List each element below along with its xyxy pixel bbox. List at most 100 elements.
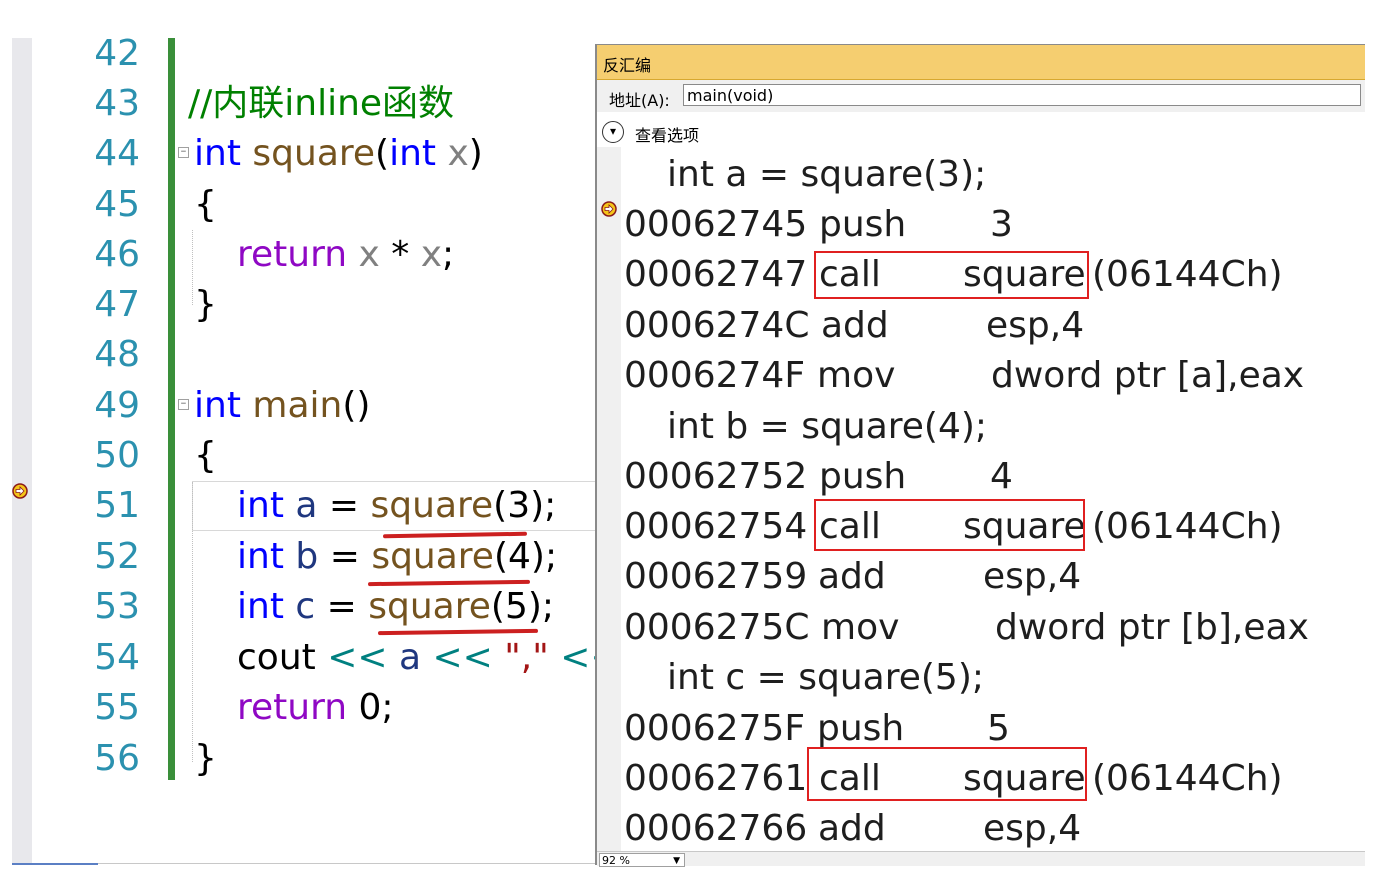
instruction-target: (06144Ch) [1092,254,1283,295]
parameter: x [420,234,443,275]
instruction-mnemonic: push [819,204,907,245]
view-options-row[interactable]: ▾ 查看选项 [597,113,1365,147]
operator: << [315,637,399,678]
zoom-select[interactable]: 92 % ▼ [599,853,685,867]
horizontal-scrollbar[interactable] [12,863,98,865]
instruction-operand: 3 [990,204,1013,245]
instruction-target: (06144Ch) [1092,758,1283,799]
code-line[interactable]: 45 { [0,180,600,230]
variable: b [295,536,319,577]
instruction-address[interactable]: 00062766 [624,804,807,854]
code-text: int c = square(5); [237,582,554,632]
instruction-operand: esp,4 [983,808,1082,849]
instruction-operand: esp,4 [986,305,1085,346]
instruction-mnemonic: add [821,305,889,346]
line-number: 50 [94,435,140,476]
code-line[interactable]: 44 − int square(int x) [0,129,600,179]
instruction-address[interactable]: 0006274C [624,301,809,351]
chevron-down-icon: ▼ [673,856,680,866]
code-line[interactable]: 43 //内联inline函数 [0,79,600,129]
instruction-mnemonic: add [818,808,886,849]
keyword: int [194,133,241,174]
line-number: 52 [94,536,140,577]
instruction-operand: dword ptr [a],eax [991,355,1305,396]
variable: a [295,485,318,526]
argument: (5); [490,586,555,627]
code-text: { [194,435,217,476]
operator: = [315,586,369,627]
code-text: int b = square(4); [237,532,557,582]
code-line[interactable]: 51 int a = square(3); [0,481,600,531]
instruction-mnemonic: add [818,556,886,597]
instruction-address[interactable]: 00062747 [624,250,807,300]
instruction-address[interactable]: 00062745 [624,200,807,250]
source-line[interactable]: int a = square(3); [667,150,986,200]
variable: c [295,586,316,627]
line-number: 44 [94,133,140,174]
code-line[interactable]: 53 int c = square(5); [0,582,600,632]
code-line[interactable]: 42 [0,29,600,79]
instruction-operand: esp,4 [983,556,1082,597]
line-number: 42 [94,33,140,74]
code-line[interactable]: 55 return 0; [0,683,600,733]
keyword: return [237,234,348,275]
instruction-address[interactable]: 0006275C [624,603,809,653]
function-name: square [370,485,494,526]
code-line[interactable]: 47 } [0,280,600,330]
identifier: cout [237,637,316,678]
code-line[interactable]: 52 int b = square(4); [0,532,600,582]
line-number: 43 [94,83,140,124]
address-label: 地址(A): [609,91,670,110]
call-highlight-box [807,747,1087,801]
line-number: 47 [94,284,140,325]
source-line[interactable]: int b = square(4); [667,402,987,452]
punctuation: () [342,385,371,426]
instruction-address[interactable]: 00062759 [624,552,807,602]
chevron-down-icon[interactable]: ▾ [602,121,624,143]
function-name: square [252,133,376,174]
operator: * [379,234,421,275]
fold-toggle[interactable]: − [178,147,189,158]
line-number: 51 [94,485,140,526]
instruction-address[interactable]: 00062761 [624,754,807,804]
instruction-operand: dword ptr [b],eax [995,607,1309,648]
line-number: 46 [94,234,140,275]
code-text: } [194,738,217,779]
code-line[interactable]: 56 } [0,734,600,784]
code-line[interactable]: 46 return x * x; [0,230,600,280]
code-line[interactable]: 48 [0,330,600,380]
instruction-address[interactable]: 00062754 [624,502,807,552]
parameter: x [358,234,380,275]
punctuation: ) [468,133,483,174]
disassembly-gutter[interactable] [597,147,621,851]
fold-toggle[interactable]: − [178,399,189,410]
current-instruction-arrow-icon [601,201,617,217]
address-input[interactable]: main(void) [683,84,1361,106]
instruction-mnemonic: mov [817,355,896,396]
source-line[interactable]: int c = square(5); [667,653,984,703]
code-text: { [194,184,217,225]
punctuation: ( [375,133,390,174]
keyword: int [194,385,241,426]
function-name: square [371,536,494,577]
instruction-address[interactable]: 00062752 [624,452,807,502]
line-number: 55 [94,687,140,728]
disassembly-title-bar[interactable]: 反汇编 [597,45,1365,80]
disassembly-window: 反汇编 地址(A): main(void) ▾ 查看选项 int a = squ… [595,44,1365,867]
operator: = [318,536,372,577]
code-line[interactable]: 54 cout << a << "," << [0,633,620,683]
instruction-address[interactable]: 0006275F [624,704,805,754]
view-options-label[interactable]: 查看选项 [635,122,699,146]
code-line[interactable]: 50 { [0,431,600,481]
code-text: return x * x; [237,230,454,280]
keyword: int [389,133,437,174]
instruction-address[interactable]: 0006274F [624,351,805,401]
instruction-target: (06144Ch) [1092,506,1283,547]
line-number: 56 [94,738,140,779]
argument: (3); [493,485,557,526]
code-text: cout << a << "," << [237,633,621,683]
address-bar: 地址(A): main(void) [597,80,1365,112]
keyword: return [237,687,348,728]
keyword: int [237,536,284,577]
code-line[interactable]: 49 − int main() [0,381,600,431]
